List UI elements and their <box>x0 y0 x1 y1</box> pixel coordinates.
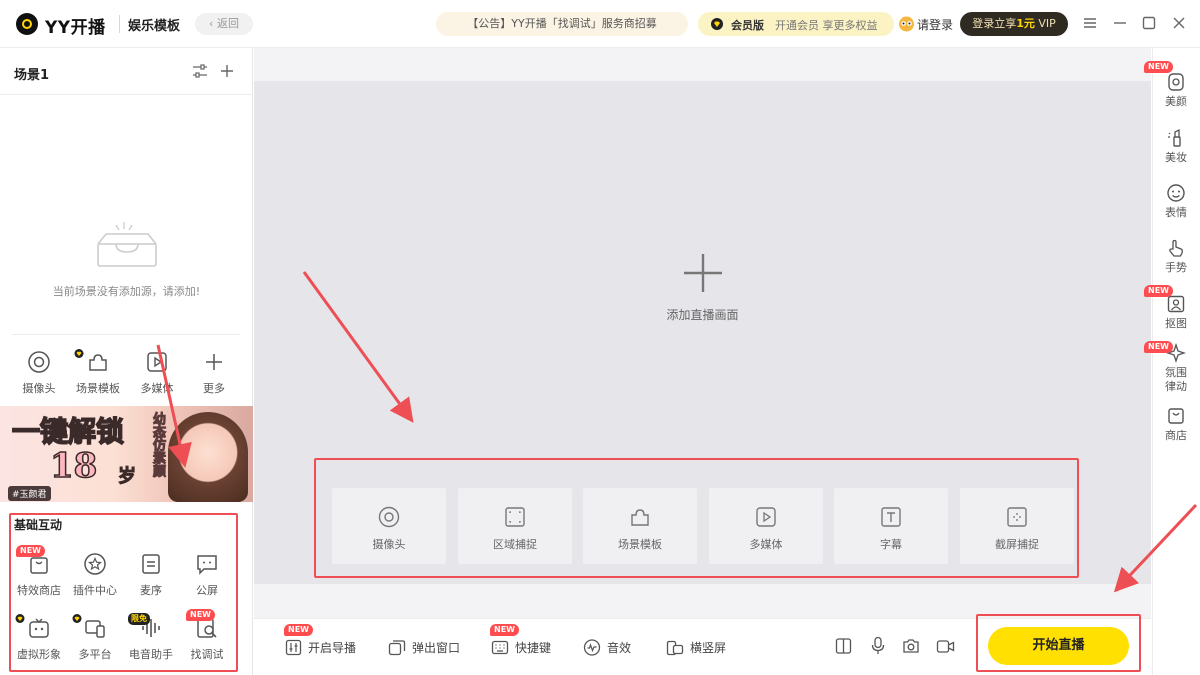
tool-label: 场景模板 <box>76 382 120 395</box>
rail-emoji[interactable]: 表情 <box>1152 183 1200 220</box>
sound-effect-label: 音效 <box>607 640 632 655</box>
back-label: 返回 <box>216 17 239 30</box>
empty-scene-message: 当前场景没有添加源，请添加! <box>52 285 201 298</box>
banner-age: 18 <box>49 445 98 487</box>
rail-label: 美颜 <box>1165 95 1187 108</box>
director-icon <box>285 639 302 655</box>
rail-label: 表情 <box>1165 206 1187 219</box>
model-portrait <box>168 412 248 502</box>
login-vip-offer[interactable]: 登录立享1元 VIP <box>960 12 1068 36</box>
rotate-label: 横竖屏 <box>690 640 727 655</box>
maximize-icon[interactable] <box>1142 16 1156 30</box>
orientation-toggle-button[interactable]: 横竖屏 <box>666 638 726 656</box>
minimize-icon[interactable] <box>1113 16 1127 30</box>
new-badge: NEW <box>1144 61 1173 73</box>
divider <box>0 94 253 95</box>
vip-title: 会员版 <box>731 19 764 32</box>
banner-tag: #玉颜君 <box>8 486 51 501</box>
vip-description: 开通会员 享更多权益 <box>775 19 878 32</box>
menu-icon[interactable] <box>1083 16 1097 30</box>
add-live-view-label[interactable]: 添加直播画面 <box>254 306 1151 323</box>
banner-side-text: 幼态仿素颜 <box>150 412 166 478</box>
divider <box>119 15 120 33</box>
promo-banner[interactable]: 一键解锁 幼态仿素颜 18 岁 #玉颜君 <box>0 406 253 502</box>
new-badge: NEW <box>284 624 313 636</box>
video-camera-icon[interactable] <box>936 639 955 654</box>
media-icon <box>147 352 167 372</box>
shop-icon <box>1168 408 1184 424</box>
new-badge: NEW <box>1144 285 1173 297</box>
chevron-left-icon: ‹ <box>209 17 217 30</box>
scene-title[interactable]: 场景1 <box>14 64 49 83</box>
director-label: 开启导播 <box>308 640 357 655</box>
vip-offer-prefix: 登录立享 <box>972 17 1017 30</box>
tool-camera[interactable]: 摄像头 <box>9 350 69 396</box>
banner-age-unit: 岁 <box>118 466 137 488</box>
emoji-icon <box>1167 184 1185 202</box>
add-scene-icon[interactable] <box>220 64 234 78</box>
tool-media[interactable]: 多媒体 <box>127 350 187 396</box>
annotation-box-start <box>976 614 1141 672</box>
rail-label: 商店 <box>1165 429 1187 442</box>
tool-label: 更多 <box>203 382 225 395</box>
app-brand: YY开播 <box>45 18 106 38</box>
tool-label: 多媒体 <box>140 382 174 395</box>
rotate-icon <box>666 640 684 655</box>
director-mode-button[interactable]: 开启导播 <box>285 638 356 656</box>
announcement-banner[interactable]: 【公告】YY开播「找调试」服务商招募 <box>436 12 688 36</box>
yy-logo-icon <box>16 13 38 35</box>
rail-makeup[interactable]: 美妆 <box>1152 128 1200 165</box>
close-icon[interactable] <box>1172 16 1186 30</box>
popout-icon <box>388 639 406 655</box>
login-link[interactable]: 请登录 <box>917 16 953 33</box>
annotation-box-sources <box>314 458 1079 578</box>
rail-cutout[interactable]: 抠图 <box>1152 294 1200 331</box>
plus-icon <box>206 354 222 370</box>
divider <box>12 334 240 335</box>
split-view-icon[interactable] <box>835 637 852 655</box>
new-badge: NEW <box>1144 341 1173 353</box>
rail-gesture[interactable]: 手势 <box>1152 238 1200 275</box>
vip-gem-icon <box>74 349 84 358</box>
gesture-icon <box>1169 239 1183 257</box>
banner-headline: 一键解锁 <box>11 414 125 449</box>
microphone-icon[interactable] <box>870 636 886 656</box>
vip-promo[interactable]: 会员版 开通会员 享更多权益 <box>698 12 894 36</box>
tool-label: 摄像头 <box>22 382 56 395</box>
back-button[interactable]: ‹ 返回 <box>195 13 253 35</box>
empty-box-icon <box>97 222 157 267</box>
template-mode-label: 娱乐模板 <box>128 19 181 34</box>
rail-shop[interactable]: 商店 <box>1152 406 1200 443</box>
settings-sliders-icon[interactable] <box>192 64 208 78</box>
rail-beauty[interactable]: 美颜 <box>1152 72 1200 109</box>
rail-label-line2: 律动 <box>1165 380 1187 393</box>
cutout-icon <box>1167 295 1185 313</box>
rail-label: 抠图 <box>1165 317 1187 330</box>
vip-gem-icon <box>711 18 723 30</box>
add-scene-plus-icon[interactable] <box>682 252 724 294</box>
sound-effects-button[interactable]: 音效 <box>583 638 631 656</box>
beauty-icon <box>1168 73 1184 91</box>
owl-avatar-icon[interactable] <box>898 15 915 32</box>
puzzle-icon <box>89 354 107 371</box>
popout-label: 弹出窗口 <box>412 640 461 655</box>
new-badge: NEW <box>490 624 519 636</box>
vip-offer-suffix: VIP <box>1034 17 1056 30</box>
popout-window-button[interactable]: 弹出窗口 <box>388 638 460 656</box>
makeup-icon <box>1168 128 1181 147</box>
annotation-box-interaction <box>9 513 238 672</box>
rail-label: 氛围 <box>1165 366 1187 379</box>
snapshot-camera-icon[interactable] <box>902 638 920 654</box>
rail-label: 手势 <box>1165 261 1187 274</box>
shortcut-label: 快捷键 <box>515 640 552 655</box>
tool-more[interactable]: 更多 <box>184 350 244 396</box>
vip-offer-amount: 1元 <box>1016 17 1035 30</box>
camera-icon <box>28 351 50 373</box>
sound-effect-icon <box>583 638 601 656</box>
rail-label: 美妆 <box>1165 151 1187 164</box>
keyboard-icon <box>491 640 509 654</box>
shortcut-keys-button[interactable]: 快捷键 <box>491 638 551 656</box>
